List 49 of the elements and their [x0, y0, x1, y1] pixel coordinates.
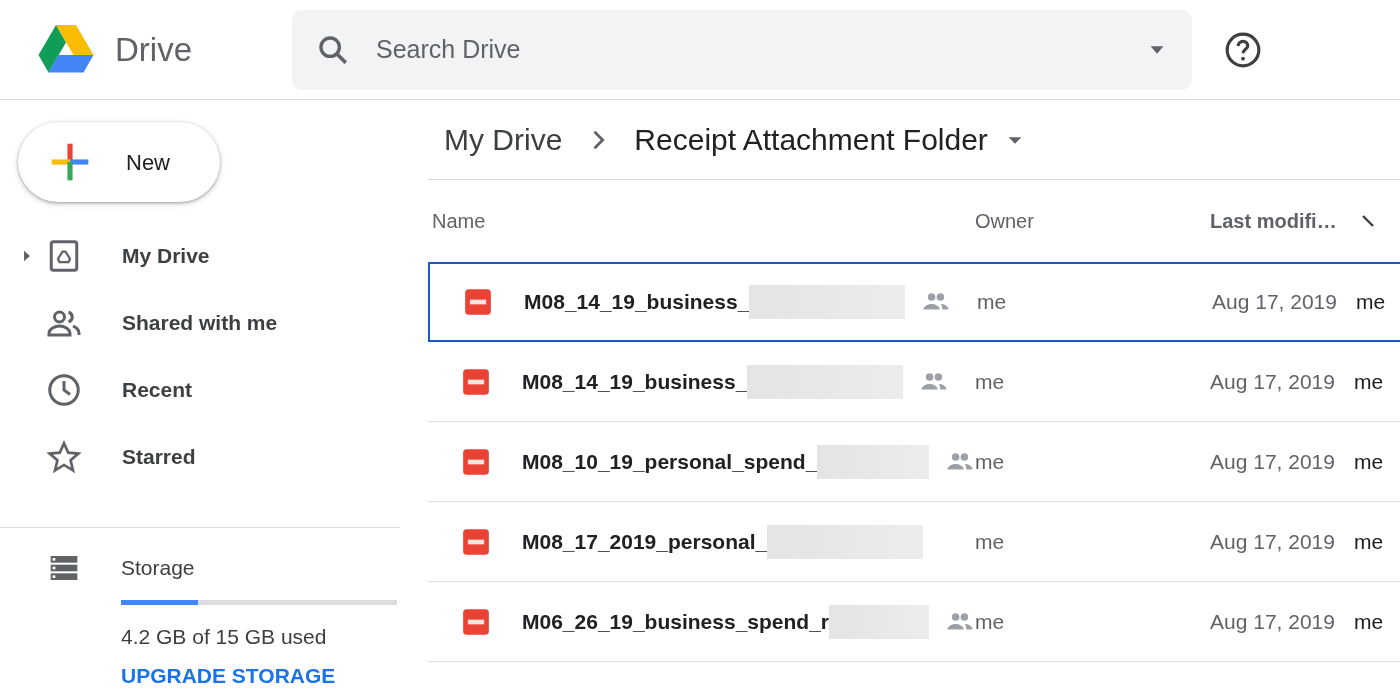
sidebar-item[interactable]: My Drive [0, 222, 400, 289]
pdf-icon [464, 288, 492, 316]
storage-usage-text: 4.2 GB of 15 GB used [121, 623, 328, 650]
owner-cell-text: me [975, 368, 1006, 395]
modified-date: Aug 17, 2019 [1210, 608, 1336, 635]
app-name: Drive [115, 29, 192, 70]
owner-cell-text: me [975, 528, 1006, 555]
owner-cell-text: me [975, 448, 1006, 475]
modified-date: Aug 17, 2019 [1210, 528, 1336, 555]
modifier-cell-text: me [1354, 608, 1384, 635]
sidebar-item[interactable]: Starred [0, 423, 400, 490]
file-name: M08_10_19_personal_spend_ [522, 448, 818, 475]
file-name: M08_17_2019_personal_ [522, 528, 768, 555]
modifier-cell-text: me [1354, 368, 1384, 395]
new-button[interactable]: New [18, 122, 220, 202]
file-row[interactable]: M06_26_19_business_spend_r me Aug 17, 2019 me [428, 582, 1400, 662]
clock-icon [46, 371, 82, 408]
owner-cell-text: me [977, 289, 1008, 316]
column-header[interactable]: Last modifi… [1210, 206, 1350, 236]
search-bar[interactable]: Search Drive [292, 9, 1192, 90]
modifier-cell-text: me [1356, 289, 1386, 316]
modified-date: Aug 17, 2019 [1210, 448, 1336, 475]
breadcrumb-item[interactable]: My Drive [444, 117, 563, 162]
modified-date: Aug 17, 2019 [1212, 289, 1338, 316]
upgrade-storage-link[interactable]: UPGRADE STORAGE [121, 660, 397, 692]
column-header[interactable]: Name [428, 206, 975, 236]
column-header[interactable]: Owner [975, 206, 1210, 236]
pdf-icon [462, 527, 490, 556]
pdf-icon [462, 447, 490, 476]
modifier-cell-text: me [1354, 528, 1384, 555]
pdf-icon [462, 607, 490, 636]
search-field[interactable]: Search Drive [374, 29, 1122, 70]
help-icon[interactable] [1224, 30, 1262, 69]
pdf-icon [462, 367, 490, 396]
sidebar-item[interactable]: Shared with me [0, 289, 400, 356]
file-name: M06_26_19_business_spend_r [522, 608, 829, 635]
file-name: M08_14_19_business_ [522, 368, 748, 395]
file-row[interactable]: M08_17_2019_personal_ me Aug 17, 2019 me [428, 502, 1400, 582]
storage-label: Storage [121, 555, 196, 581]
modifier-cell-text: me [1354, 448, 1384, 475]
star-icon [46, 438, 82, 475]
sidebar-item[interactable]: Recent [0, 356, 400, 423]
modified-date: Aug 17, 2019 [1210, 368, 1336, 395]
owner-cell-text: me [975, 608, 1006, 635]
file-row[interactable]: M08_14_19_business_ me Aug 17, 2019 me [428, 262, 1400, 342]
file-name: M08_14_19_business_ [524, 289, 750, 316]
file-row[interactable]: M08_10_19_personal_spend_ me Aug 17, 2019 me [428, 422, 1400, 502]
file-row[interactable]: M08_14_19_business_ me Aug 17, 2019 me [428, 342, 1400, 422]
breadcrumb-item[interactable]: Receipt Attachment Folder [634, 117, 988, 162]
